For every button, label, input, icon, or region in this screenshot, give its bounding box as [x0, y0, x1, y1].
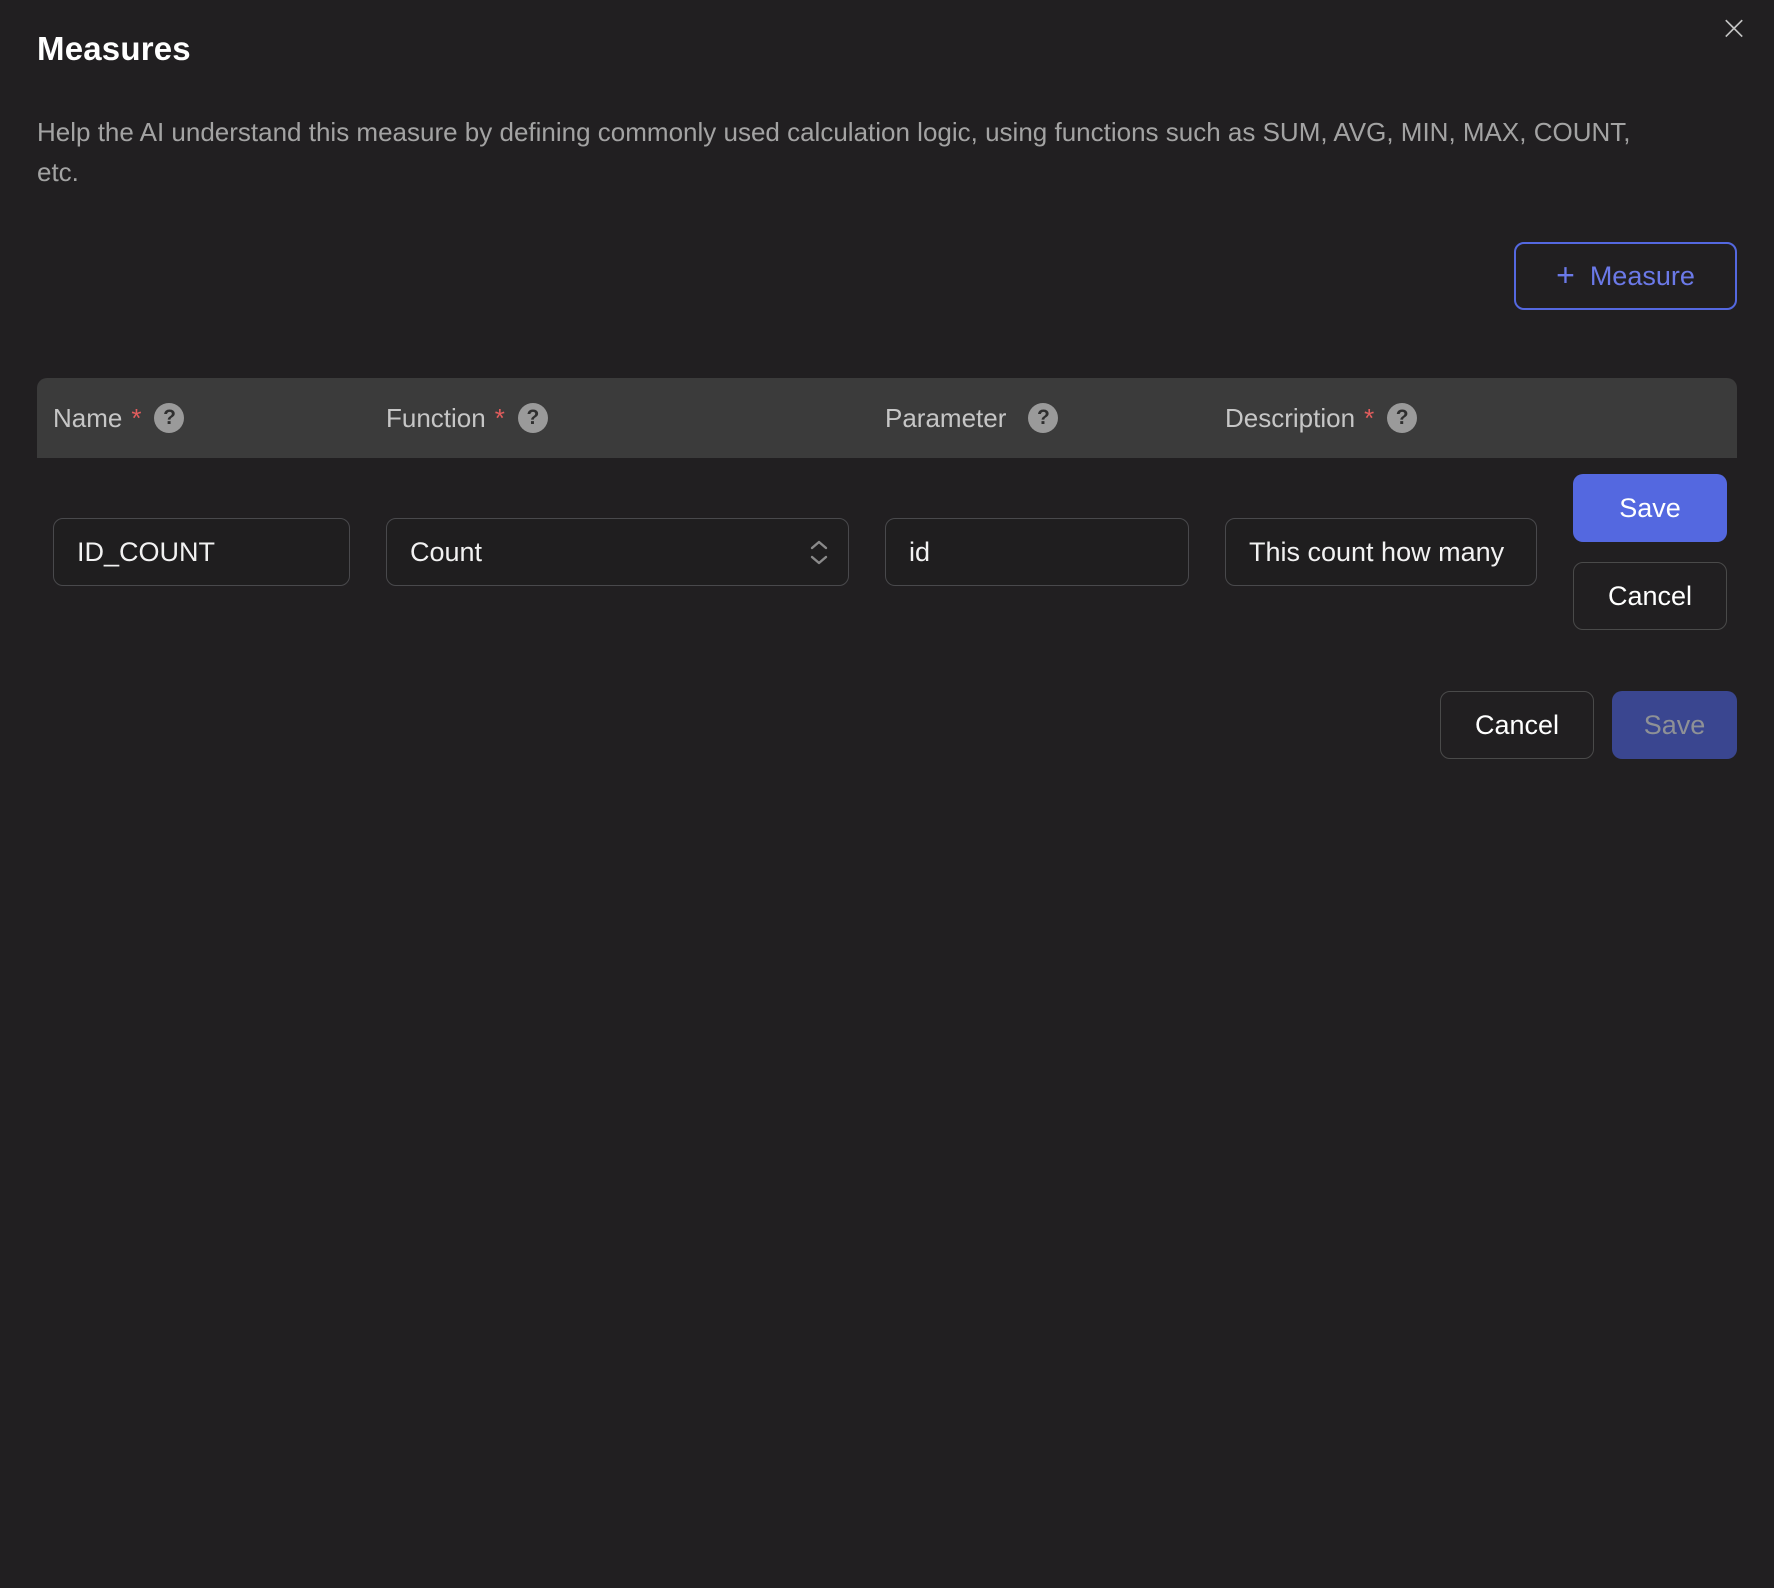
add-measure-button[interactable]: + Measure: [1514, 242, 1737, 310]
column-label: Parameter: [885, 403, 1006, 434]
column-header-name: Name * ?: [53, 403, 350, 434]
select-chevron-icon: [810, 540, 828, 565]
measure-row: Count Save Cancel: [37, 458, 1737, 646]
row-actions: Save Cancel: [1573, 474, 1727, 630]
row-save-button[interactable]: Save: [1573, 474, 1727, 542]
function-select-value: Count: [410, 537, 482, 568]
required-asterisk: *: [1364, 403, 1374, 434]
parameter-input[interactable]: [885, 518, 1189, 586]
plus-icon: +: [1556, 259, 1575, 291]
measures-modal: × Measures Help the AI understand this m…: [0, 0, 1774, 1588]
function-select[interactable]: Count: [386, 518, 849, 586]
row-cancel-button[interactable]: Cancel: [1573, 562, 1727, 630]
column-label: Name: [53, 403, 122, 434]
modal-description: Help the AI understand this measure by d…: [37, 112, 1662, 192]
toolbar: + Measure: [37, 242, 1737, 310]
measures-table: Name * ? Function * ? Parameter ? Descri…: [37, 378, 1737, 646]
close-icon[interactable]: ×: [1712, 6, 1756, 50]
footer-save-button[interactable]: Save: [1612, 691, 1737, 759]
measure-name-input[interactable]: [53, 518, 350, 586]
table-header-row: Name * ? Function * ? Parameter ? Descri…: [37, 378, 1737, 458]
help-icon[interactable]: ?: [518, 403, 548, 433]
help-icon[interactable]: ?: [154, 403, 184, 433]
page-title: Measures: [37, 0, 1737, 68]
add-measure-label: Measure: [1590, 261, 1695, 292]
column-header-function: Function * ?: [386, 403, 849, 434]
column-header-parameter: Parameter ?: [885, 403, 1189, 434]
help-icon[interactable]: ?: [1028, 403, 1058, 433]
modal-footer: Cancel Save: [37, 691, 1737, 759]
required-asterisk: *: [131, 403, 141, 434]
description-input[interactable]: [1225, 518, 1537, 586]
column-label: Description: [1225, 403, 1355, 434]
required-asterisk: *: [495, 403, 505, 434]
column-label: Function: [386, 403, 486, 434]
column-header-description: Description * ?: [1225, 403, 1537, 434]
footer-cancel-button[interactable]: Cancel: [1440, 691, 1594, 759]
help-icon[interactable]: ?: [1387, 403, 1417, 433]
